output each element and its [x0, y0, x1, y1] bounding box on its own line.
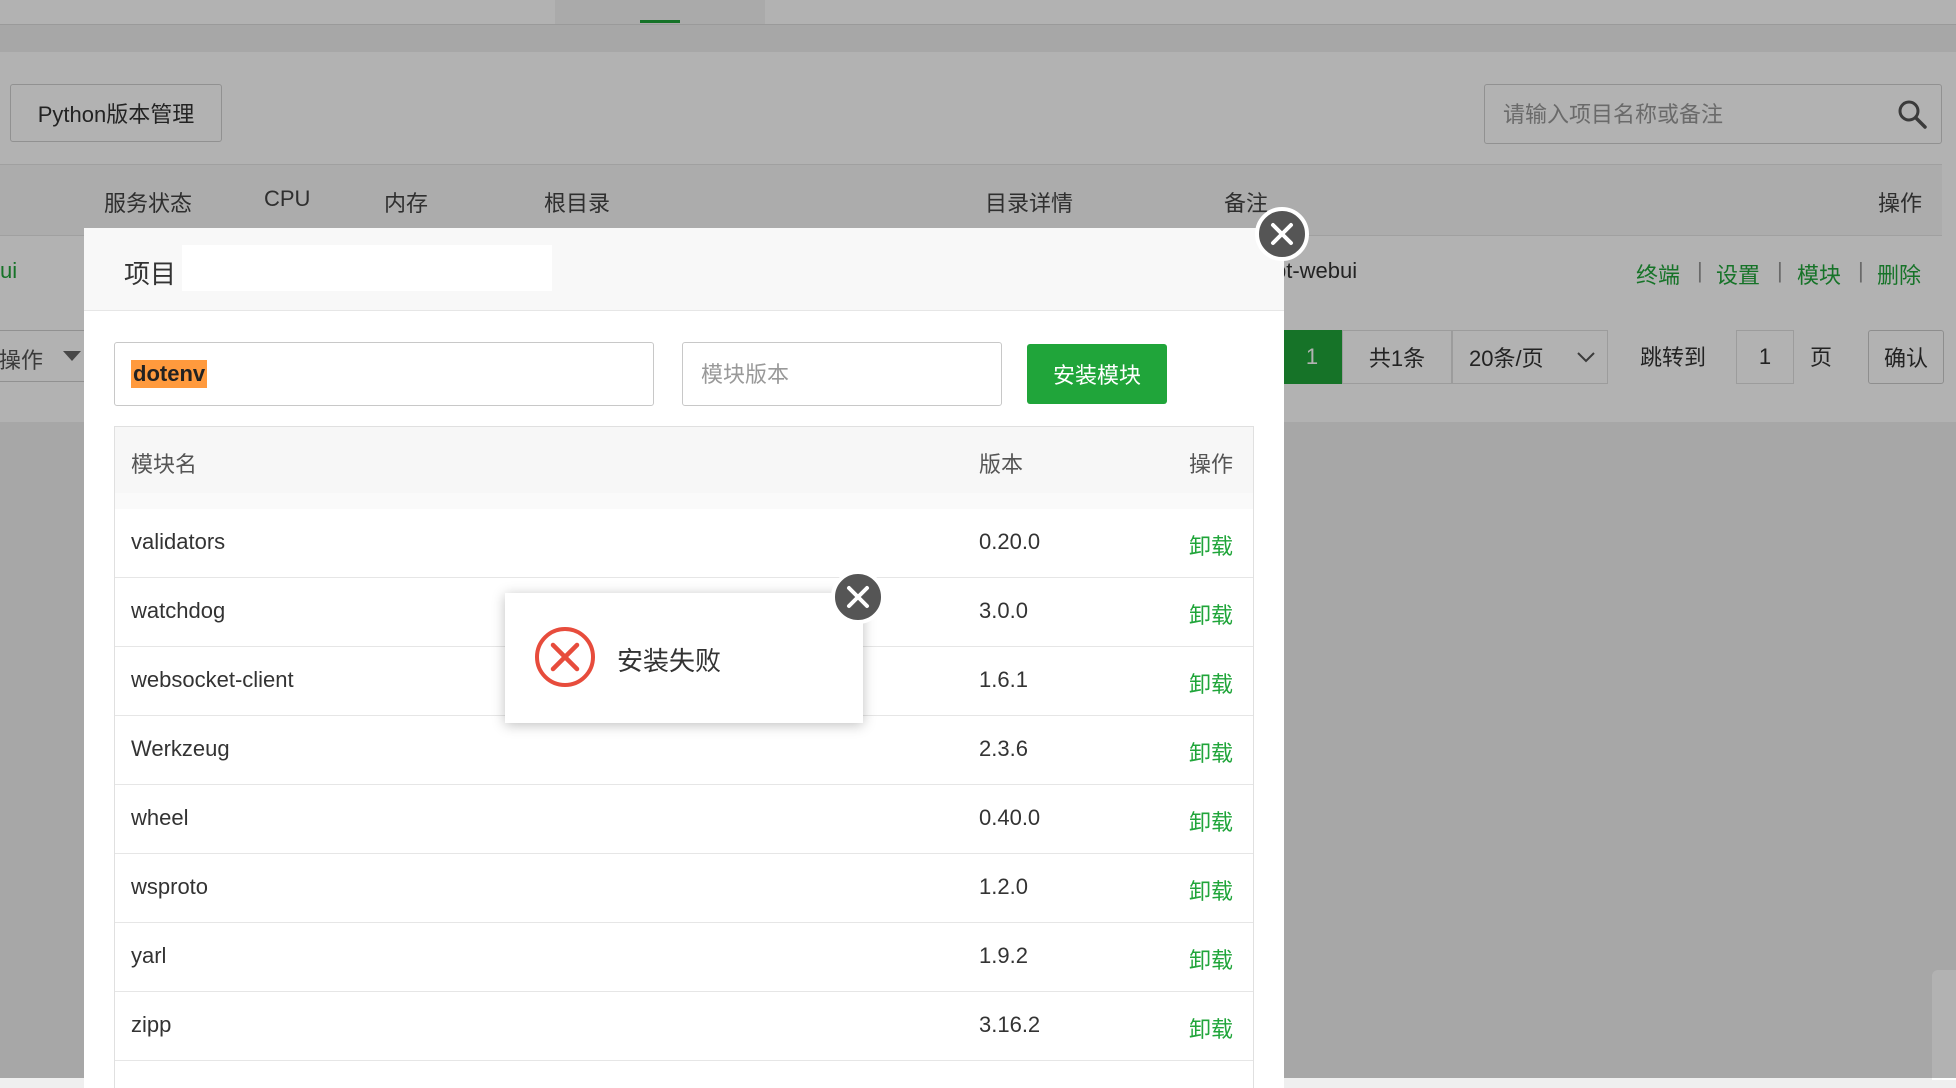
project-name-field: [182, 245, 552, 291]
module-version: 2.3.6: [979, 736, 1028, 761]
uninstall-link[interactable]: 卸载: [1189, 529, 1233, 561]
modal-title: 项目: [124, 259, 177, 289]
module-table: 模块名 版本 操作 validators 0.20.0 卸载 watchdog …: [114, 426, 1254, 1088]
module-version: 1.9.2: [979, 943, 1028, 968]
table-partial-row: [115, 493, 1253, 510]
header-version: 版本: [979, 452, 1024, 477]
module-version: 1.2.0: [979, 874, 1028, 899]
module-name: Werkzeug: [131, 736, 230, 761]
table-row: yarl 1.9.2 卸载: [115, 923, 1253, 992]
table-row: wsproto 1.2.0 卸载: [115, 854, 1253, 923]
uninstall-link[interactable]: 卸载: [1189, 943, 1233, 975]
modal-close-button[interactable]: [1255, 207, 1309, 261]
toast-close-button[interactable]: [831, 570, 885, 624]
module-name: yarl: [131, 943, 167, 968]
header-operations: 操作: [1189, 452, 1234, 477]
modal-title-bar: 项目: [84, 228, 1284, 311]
uninstall-link[interactable]: 卸载: [1189, 1012, 1233, 1044]
module-name: zipp: [131, 1012, 172, 1037]
module-name: websocket-client: [131, 667, 294, 692]
uninstall-link[interactable]: 卸载: [1189, 667, 1233, 699]
module-name-input[interactable]: dotenv: [114, 342, 654, 406]
install-module-button[interactable]: 安装模块: [1027, 344, 1167, 404]
module-version-input[interactable]: [699, 357, 983, 393]
close-icon: [1271, 223, 1293, 245]
uninstall-link[interactable]: 卸载: [1189, 874, 1233, 906]
table-row: validators 0.20.0 卸载: [115, 509, 1253, 578]
module-name: wheel: [131, 805, 189, 830]
header-module-name: 模块名: [131, 452, 198, 477]
module-table-header: 模块名 版本 操作: [115, 427, 1253, 494]
table-row: Werkzeug 2.3.6 卸载: [115, 716, 1253, 785]
uninstall-link[interactable]: 卸载: [1189, 736, 1233, 768]
module-version: 3.16.2: [979, 1012, 1041, 1037]
table-row: wheel 0.40.0 卸载: [115, 785, 1253, 854]
install-failed-toast: 安装失败: [505, 593, 863, 723]
close-icon: [847, 586, 869, 608]
error-icon: [535, 627, 595, 687]
module-name: watchdog: [131, 598, 226, 623]
module-version: 0.20.0: [979, 529, 1041, 554]
module-version: 3.0.0: [979, 598, 1028, 623]
module-version: 1.6.1: [979, 667, 1028, 692]
uninstall-link[interactable]: 卸载: [1189, 598, 1233, 630]
toast-message: 安装失败: [617, 646, 722, 676]
module-name-value: dotenv: [131, 360, 208, 388]
module-name: wsproto: [131, 874, 209, 899]
module-name: validators: [131, 529, 226, 554]
module-version-field: [682, 342, 1002, 406]
module-version: 0.40.0: [979, 805, 1041, 830]
uninstall-link[interactable]: 卸载: [1189, 805, 1233, 837]
table-row: zipp 3.16.2 卸载: [115, 992, 1253, 1061]
